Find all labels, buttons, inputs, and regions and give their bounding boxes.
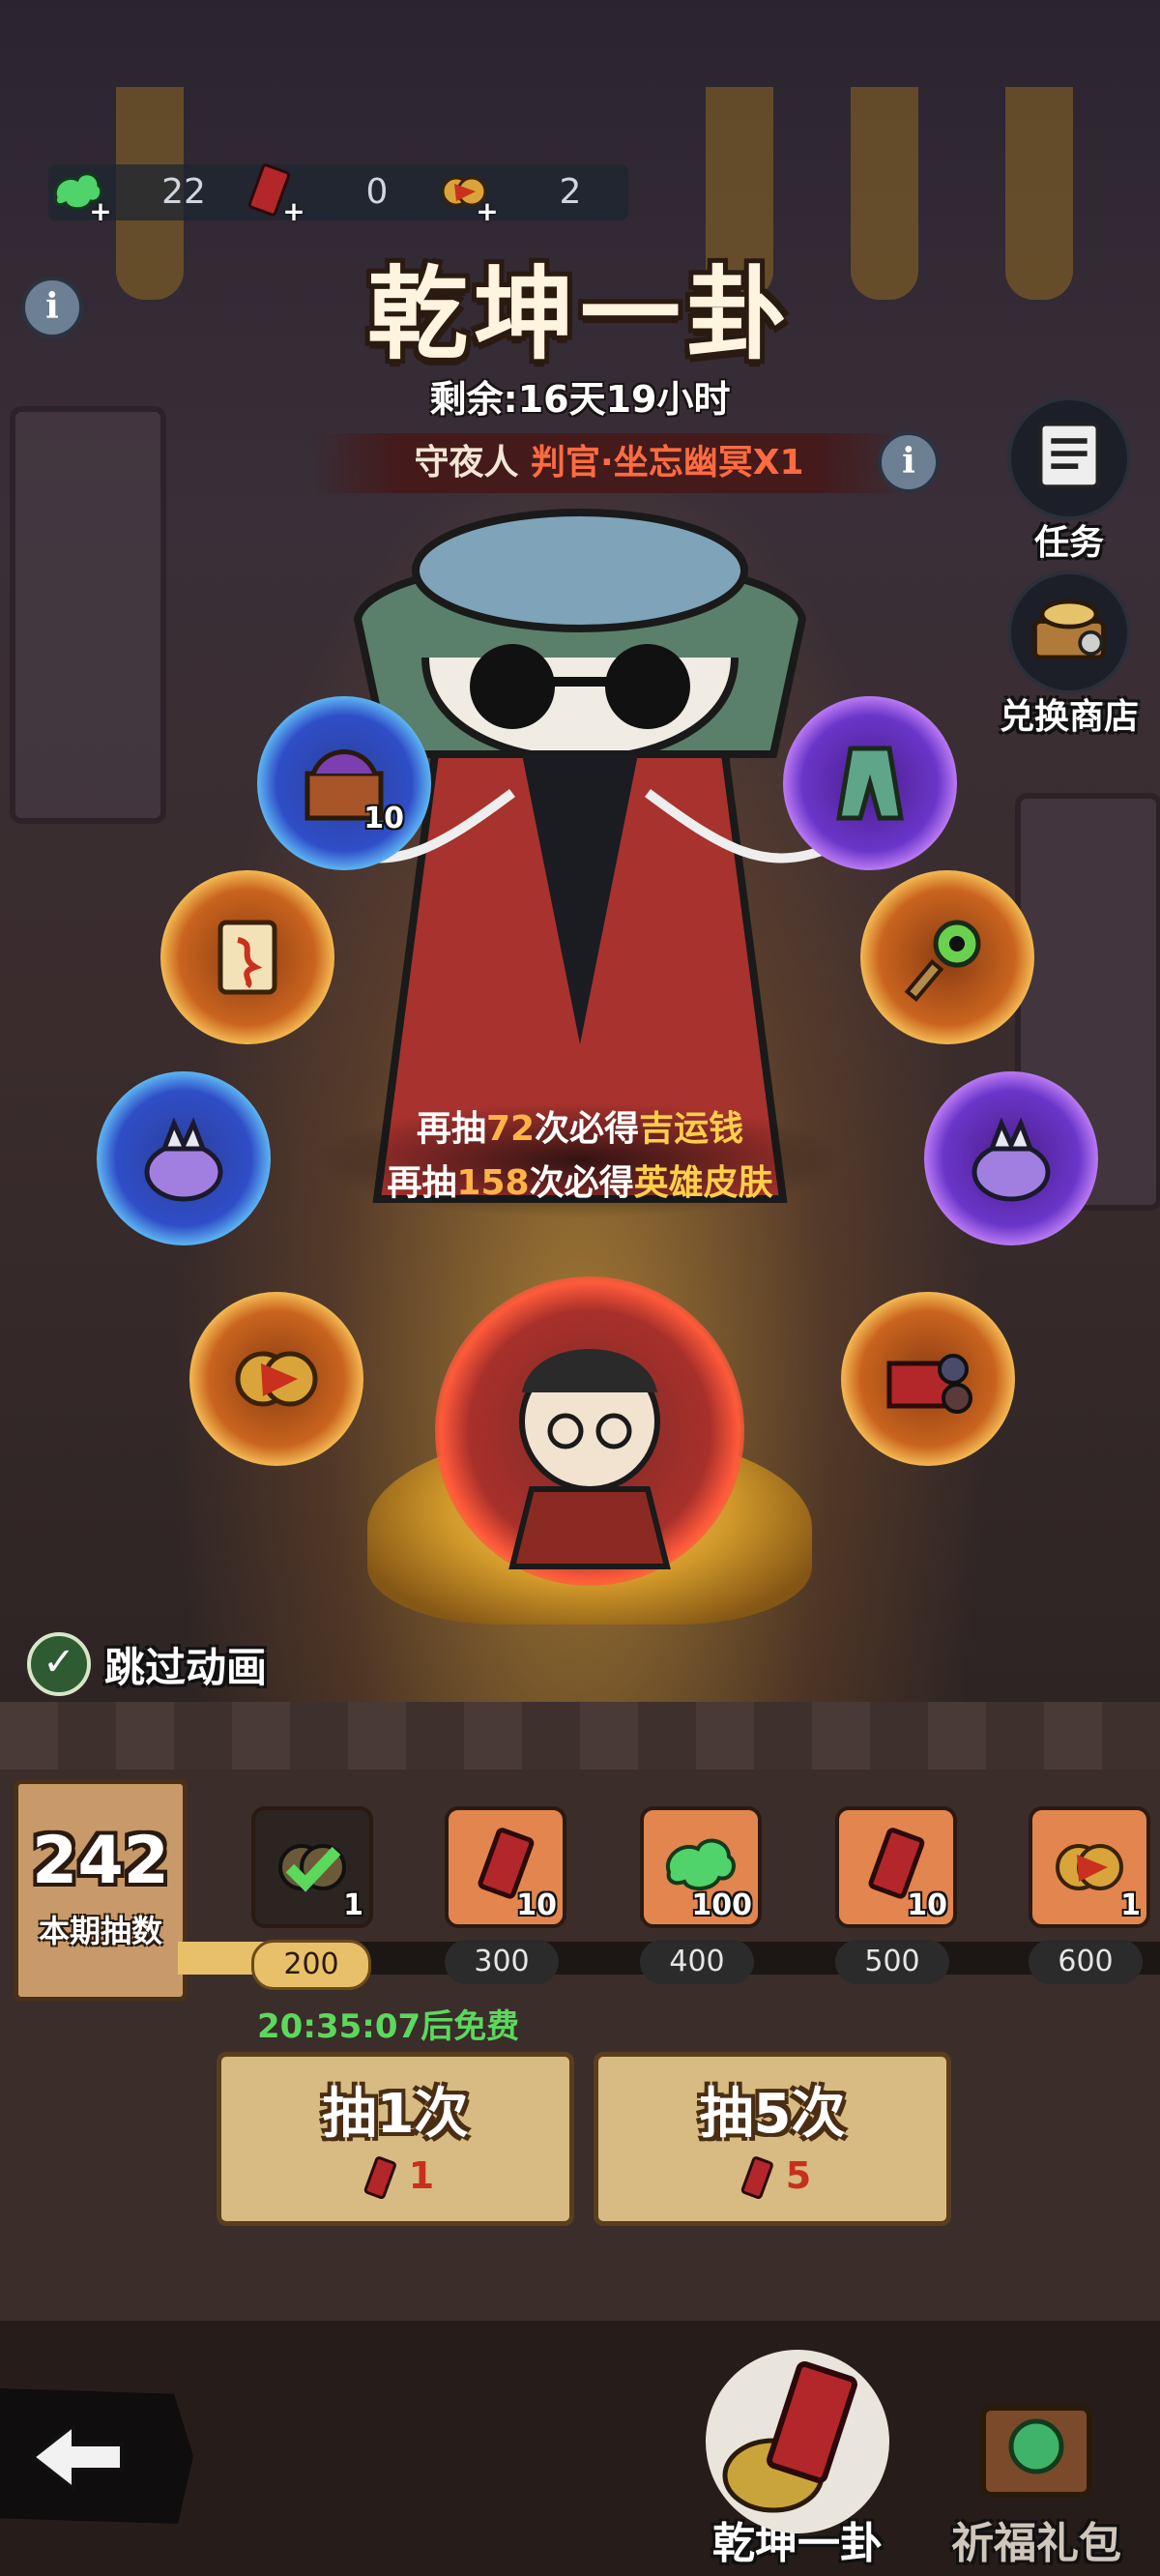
milestone-reward[interactable]: 1 600 [1029,1806,1150,1984]
prize-orb[interactable] [97,1071,271,1245]
red-ticket-icon [706,2350,889,2533]
jade-cloud-icon: + [48,162,112,225]
lucky-coin-icon: + [435,162,499,225]
currency-value: 22 [161,172,206,212]
milestone-label: 500 [835,1940,949,1984]
task-button[interactable]: 任务 [992,396,1146,565]
red-ticket-icon [363,2155,396,2199]
gift-chest-icon [944,2350,1128,2533]
currency-coin[interactable]: + 2 [435,162,657,225]
pity-line-1: 再抽72次必得吉运钱 [416,1109,744,1149]
reward-quantity: 10 [516,1888,557,1922]
hero-chest-icon [886,1354,972,1414]
red-ticket-icon: + [242,162,305,225]
prize-orb[interactable] [841,1292,1015,1466]
milestone-label: 200 [251,1940,371,1990]
featured-hero: 守夜人 判官·坐忘幽冥X1 [309,433,909,493]
red-scroll-icon [218,920,277,995]
milestone-reward[interactable]: 100 400 [640,1806,762,1984]
currency-value: 2 [559,172,582,212]
milestone-reward[interactable]: 10 500 [835,1806,957,1984]
reward-quantity: 1 [1120,1888,1141,1922]
milestone-label: 600 [1029,1940,1143,1984]
draw-5-button[interactable]: 抽5次 5 [594,2052,951,2226]
featured-name: 判官·坐忘幽冥X1 [531,443,804,483]
prize-orb[interactable]: 10 [257,696,431,870]
draw-count: 242 [32,1823,169,1899]
featured-hero-orb[interactable] [435,1276,744,1586]
milestone-reward[interactable]: 10 300 [445,1806,566,1984]
prize-orb[interactable] [924,1071,1098,1245]
banner-title: 乾坤一卦 [366,255,793,373]
feature-info-button[interactable]: i [878,431,940,493]
skip-animation-toggle[interactable]: ✓ 跳过动画 [27,1632,267,1696]
reward-quantity: 100 [691,1888,752,1922]
draw-1-label: 抽1次 [322,2083,469,2146]
lucky-coin-icon [235,1351,318,1407]
prize-orb[interactable] [860,870,1034,1044]
eye-key-icon [904,920,981,1002]
draw-5-label: 抽5次 [699,2083,846,2146]
milestone-label: 300 [445,1940,559,1984]
jade-robe-icon [836,746,904,821]
currency-jade[interactable]: + 22 [48,162,271,225]
tab-blessing-pack[interactable]: 祈福礼包 [920,2350,1152,2570]
back-arrow-icon [29,2420,124,2494]
draw-1-button[interactable]: 抽1次 1 [217,2052,574,2226]
draw-count-label: 本期抽数 [38,1913,162,1949]
draw-count-box: 242 本期抽数 [14,1779,188,2002]
exchange-shop-label: 兑换商店 [999,697,1139,737]
draw-5-cost: 5 [598,2154,946,2202]
pity-counter: 再抽72次必得吉运钱 再抽158次必得英雄皮肤 [309,1102,851,1218]
milestone-reward[interactable]: 1 200 [251,1806,373,1990]
free-draw-timer: 20:35:07后免费 [257,2007,520,2046]
currency-value: 0 [365,172,389,212]
draw-1-cost: 1 [221,2154,569,2202]
task-label: 任务 [1033,523,1104,563]
featured-prefix: 守夜人 [414,443,519,483]
panel-border [0,1702,1160,1770]
prize-orb[interactable] [783,696,957,870]
reward-quantity: 1 [343,1888,363,1922]
wall-panel [10,406,166,824]
currency-ticket[interactable]: + 0 [242,162,464,225]
red-ticket-icon [740,2155,773,2199]
tab-qiankun[interactable]: 乾坤一卦 [682,2350,914,2570]
fox-pouch-icon [144,1117,223,1202]
prize-count: 10 [363,802,404,835]
skip-animation-label: 跳过动画 [104,1643,268,1691]
checkmark-icon: ✓ [27,1632,91,1696]
hero-portrait-icon [508,1349,671,1569]
fox-pouch-icon [972,1117,1051,1202]
prize-orb[interactable] [160,870,334,1044]
prize-orb[interactable] [189,1292,363,1466]
scroll-task-icon [1007,396,1131,520]
exchange-shop-button[interactable]: 兑换商店 [992,571,1146,739]
treasure-shop-icon [1007,571,1131,694]
back-button[interactable] [0,2388,193,2524]
reward-quantity: 10 [907,1888,947,1922]
pity-line-2: 再抽158次必得英雄皮肤 [387,1163,773,1203]
remaining-time: 剩余:16天19小时 [429,378,731,421]
milestone-label: 400 [640,1940,754,1984]
